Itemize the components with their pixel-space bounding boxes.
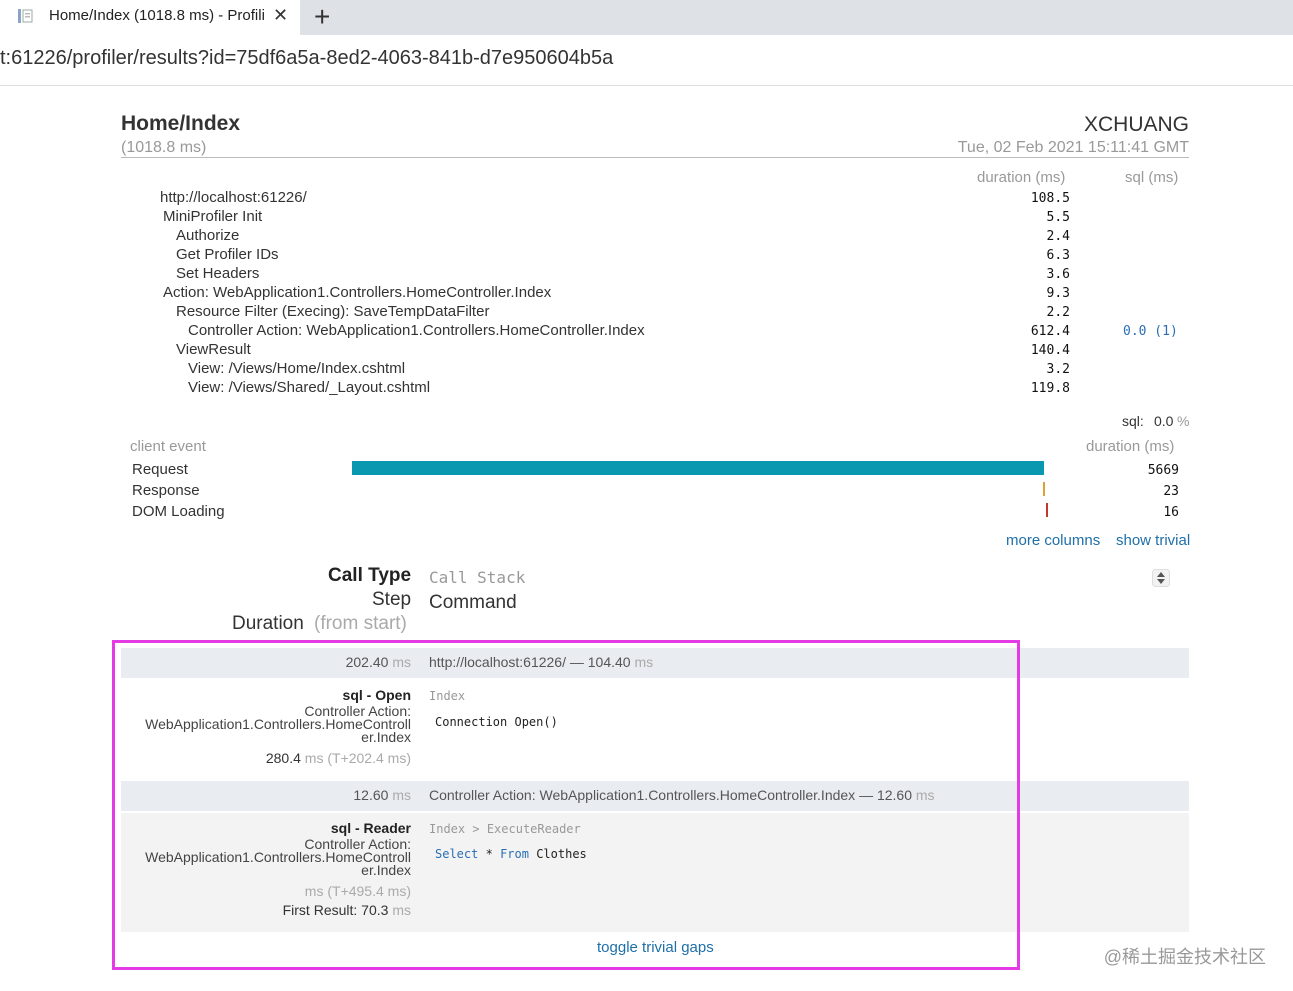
sort-icon[interactable] [1152, 569, 1170, 587]
started-time: Tue, 02 Feb 2021 15:11:41 GMT [957, 139, 1189, 156]
tab-bar: Home/Index (1018.8 ms) - Profili ✕ + [0, 0, 1293, 35]
timing-name[interactable]: View: /Views/Shared/_Layout.cshtml [188, 379, 430, 396]
machine-name: XCHUANG [1083, 113, 1189, 136]
address-bar[interactable]: t:61226/profiler/results?id=75df6a5a-8ed… [0, 35, 1293, 86]
timing-name[interactable]: Get Profiler IDs [176, 246, 279, 263]
timing-duration: 119.8 [1030, 381, 1070, 396]
col-duration-header: duration (ms) [977, 169, 1066, 186]
client-event-name: Request [132, 461, 188, 478]
tab-title: Home/Index (1018.8 ms) - Profili [49, 7, 264, 24]
sql-percent-value: 0.0 [1154, 413, 1174, 429]
address-text[interactable]: t:61226/profiler/results?id=75df6a5a-8ed… [0, 47, 613, 70]
timing-name[interactable]: Set Headers [176, 265, 259, 282]
more-columns-link[interactable]: more columns [1006, 532, 1100, 549]
from-start-heading: (from start) [314, 613, 407, 634]
new-tab-button[interactable]: + [314, 1, 330, 33]
timing-duration: 108.5 [1030, 191, 1070, 206]
header-divider [121, 157, 1189, 158]
show-trivial-link[interactable]: show trivial [1116, 532, 1190, 549]
client-event-duration: 5669 [1147, 463, 1179, 478]
timing-duration: 5.5 [1046, 210, 1070, 225]
timing-duration: 3.6 [1046, 267, 1070, 282]
timing-duration: 6.3 [1046, 248, 1070, 263]
client-event-header: client event [130, 438, 206, 455]
col-sql-header: sql (ms) [1125, 169, 1179, 186]
client-duration-header: duration (ms) [1086, 438, 1175, 455]
highlight-box [112, 640, 1020, 970]
timing-name[interactable]: Resource Filter (Execing): SaveTempDataF… [176, 303, 489, 320]
timing-sql-link[interactable]: 0.0 (1) [1123, 324, 1178, 339]
response-bar [1043, 482, 1045, 496]
timing-duration: 9.3 [1046, 286, 1070, 301]
client-event-name: DOM Loading [132, 503, 225, 520]
step-heading: Step [372, 589, 412, 610]
call-stack-heading: Call Stack [429, 568, 526, 587]
timing-duration: 140.4 [1030, 343, 1070, 358]
command-heading: Command [429, 592, 517, 613]
timing-duration: 2.2 [1046, 305, 1070, 320]
timing-duration: 612.4 [1030, 324, 1070, 339]
client-event-name: Response [132, 482, 200, 499]
timing-duration: 3.2 [1046, 362, 1070, 377]
timing-name[interactable]: View: /Views/Home/Index.cshtml [188, 360, 405, 377]
sql-percent-label: sql: [1122, 413, 1144, 429]
dom-loading-bar [1046, 503, 1048, 517]
page-duration: (1018.8 ms) [121, 139, 207, 156]
watermark: @稀土掘金技术社区 [1103, 947, 1266, 967]
client-event-duration: 23 [1163, 484, 1179, 499]
page-icon [18, 9, 33, 23]
timing-duration: 2.4 [1046, 229, 1070, 244]
sql-percent-unit: % [1177, 413, 1190, 429]
timing-name[interactable]: ViewResult [176, 341, 251, 358]
timing-name[interactable]: Controller Action: WebApplication1.Contr… [188, 322, 645, 339]
client-event-duration: 16 [1163, 505, 1179, 520]
call-type-heading: Call Type [328, 565, 412, 586]
page-title: Home/Index [121, 112, 241, 135]
duration-heading: Duration [232, 613, 304, 634]
timing-name[interactable]: MiniProfiler Init [163, 208, 262, 225]
request-bar [352, 461, 1044, 475]
close-icon[interactable]: ✕ [273, 5, 288, 26]
timing-name[interactable]: http://localhost:61226/ [160, 189, 307, 206]
timing-name[interactable]: Action: WebApplication1.Controllers.Home… [163, 284, 551, 301]
browser-tab[interactable]: Home/Index (1018.8 ms) - Profili ✕ [0, 0, 300, 35]
timing-name[interactable]: Authorize [176, 227, 239, 244]
